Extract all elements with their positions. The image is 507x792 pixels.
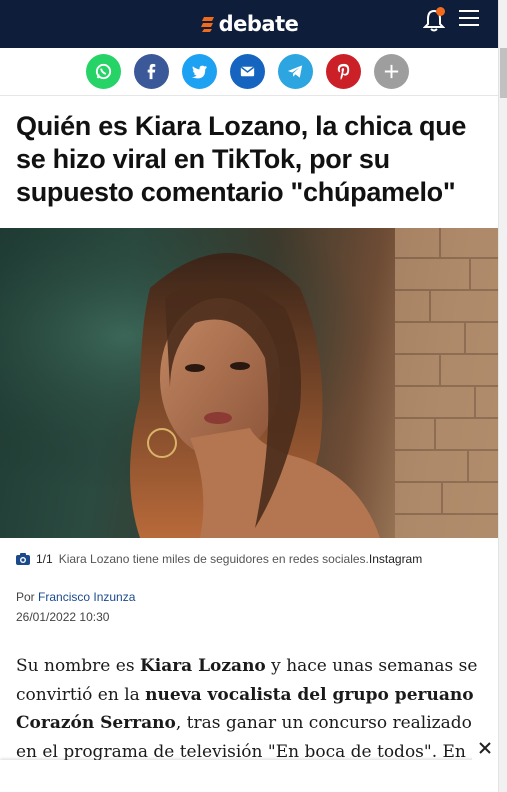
plus-icon xyxy=(384,64,399,79)
email-icon xyxy=(240,66,255,77)
caption-text: Kiara Lozano tiene miles de seguidores e… xyxy=(58,552,369,566)
share-bar xyxy=(0,48,498,96)
hero-image[interactable] xyxy=(0,228,498,538)
twitter-icon xyxy=(191,65,208,79)
caption-count: 1/1 xyxy=(36,552,53,566)
author-link[interactable]: Francisco Inzunza xyxy=(38,590,135,604)
facebook-icon xyxy=(147,63,156,80)
logo-text: debate xyxy=(218,12,299,36)
whatsapp-share-button[interactable] xyxy=(86,54,121,89)
menu-icon[interactable] xyxy=(459,10,479,26)
notification-dot xyxy=(436,7,445,16)
site-logo[interactable]: debate xyxy=(200,12,299,36)
telegram-share-button[interactable] xyxy=(278,54,313,89)
body-text-1: Su nombre es xyxy=(16,656,140,676)
image-caption: 1/1 Kiara Lozano tiene miles de seguidor… xyxy=(16,552,422,566)
email-share-button[interactable] xyxy=(230,54,265,89)
byline: Por Francisco Inzunza xyxy=(16,590,135,604)
article-headline: Quién es Kiara Lozano, la chica que se h… xyxy=(16,111,467,207)
telegram-icon xyxy=(287,65,303,78)
hero-photo xyxy=(0,228,498,538)
close-icon xyxy=(479,742,491,754)
scrollbar-thumb[interactable] xyxy=(500,48,507,98)
close-ad-button[interactable] xyxy=(472,735,498,761)
logo-mark-icon xyxy=(200,17,214,32)
pinterest-share-button[interactable] xyxy=(326,54,361,89)
bottom-ad-banner xyxy=(0,760,498,792)
pinterest-icon xyxy=(337,63,350,80)
whatsapp-icon xyxy=(95,63,112,80)
top-bar: debate xyxy=(0,0,498,48)
more-share-button[interactable] xyxy=(374,54,409,89)
byline-prefix: Por xyxy=(16,590,35,604)
caption-source: Instagram xyxy=(368,552,423,566)
twitter-share-button[interactable] xyxy=(182,54,217,89)
facebook-share-button[interactable] xyxy=(134,54,169,89)
body-bold-1: Kiara Lozano xyxy=(139,656,266,676)
page-scrollbar[interactable] xyxy=(498,0,507,792)
camera-icon xyxy=(16,553,30,565)
publish-date: 26/01/2022 10:30 xyxy=(16,610,110,624)
